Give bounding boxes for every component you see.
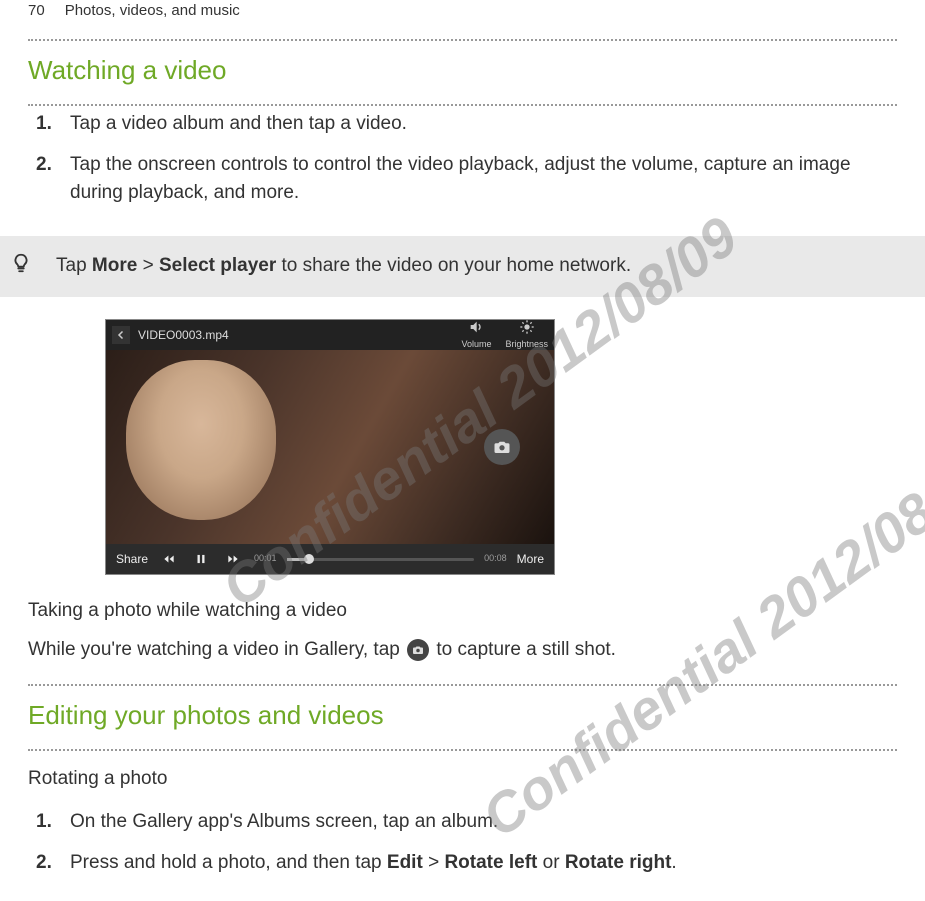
more-button[interactable]: More (517, 550, 544, 568)
video-bottom-bar: Share 00:01 00:08 More (106, 544, 554, 574)
bold-rotate-left: Rotate left (444, 852, 537, 873)
tip-pre: Tap (56, 255, 92, 276)
bold-rotate-right: Rotate right (565, 852, 672, 873)
volume-control[interactable]: Volume (461, 319, 491, 351)
list-item: 2. Press and hold a photo, and then tap … (70, 849, 897, 877)
taking-photo-text: While you're watching a video in Gallery… (0, 636, 925, 677)
brightness-control[interactable]: Brightness (505, 319, 548, 351)
page-section-title: Photos, videos, and music (65, 0, 240, 23)
list-number: 2. (36, 849, 52, 877)
previous-button[interactable] (158, 548, 180, 570)
list-item: 2. Tap the onscreen controls to control … (70, 151, 897, 206)
subheading-rotating: Rotating a photo (0, 751, 925, 804)
volume-icon (468, 319, 484, 337)
progress-bar[interactable] (287, 558, 475, 561)
elapsed-time: 00:01 (254, 552, 277, 566)
rotating-steps: 1. On the Gallery app's Albums screen, t… (0, 804, 925, 901)
share-button[interactable]: Share (116, 550, 148, 568)
heading-editing: Editing your photos and videos (0, 686, 925, 741)
page-number: 70 (28, 0, 45, 23)
tip-bold-more: More (92, 255, 137, 276)
list-text: Press and hold a photo, and then tap Edi… (70, 852, 677, 873)
list-text: On the Gallery app's Albums screen, tap … (70, 811, 498, 832)
bold-edit: Edit (387, 852, 423, 873)
tip-post: to share the video on your home network. (276, 255, 631, 276)
list-number: 1. (36, 808, 52, 836)
tip-separator: > (137, 255, 159, 276)
list-text: Tap a video album and then tap a video. (70, 113, 407, 134)
list-number: 1. (36, 110, 52, 138)
brightness-icon (519, 319, 535, 337)
video-title-bar: VIDEO0003.mp4 Volume Brightness (106, 320, 554, 350)
duration-time: 00:08 (484, 552, 507, 566)
page-header: 70 Photos, videos, and music (0, 0, 925, 31)
list-text: Tap the onscreen controls to control the… (70, 154, 851, 203)
text-post: to capture a still shot. (431, 639, 616, 660)
lightbulb-icon (10, 250, 32, 283)
video-frame (106, 350, 554, 544)
tip-bold-select-player: Select player (159, 255, 276, 276)
video-player-screenshot: VIDEO0003.mp4 Volume Brightness (105, 319, 555, 575)
watching-steps: 1. Tap a video album and then tap a vide… (0, 106, 925, 231)
capture-button[interactable] (484, 429, 520, 465)
tip-bar: Tap More > Select player to share the vi… (0, 236, 925, 297)
pause-button[interactable] (190, 548, 212, 570)
list-item: 1. Tap a video album and then tap a vide… (70, 110, 897, 138)
video-subject (126, 360, 276, 520)
text-pre: While you're watching a video in Gallery… (28, 639, 405, 660)
list-number: 2. (36, 151, 52, 179)
progress-knob[interactable] (304, 554, 314, 564)
next-button[interactable] (222, 548, 244, 570)
subheading-taking-photo: Taking a photo while watching a video (0, 583, 925, 636)
camera-icon (407, 639, 429, 661)
back-button[interactable] (112, 326, 130, 344)
title-right-controls: Volume Brightness (461, 319, 548, 351)
tip-text: Tap More > Select player to share the vi… (56, 252, 631, 281)
screenshot-container: VIDEO0003.mp4 Volume Brightness (0, 297, 925, 583)
heading-watching-video: Watching a video (0, 41, 925, 96)
video-filename: VIDEO0003.mp4 (138, 326, 229, 344)
list-item: 1. On the Gallery app's Albums screen, t… (70, 808, 897, 836)
